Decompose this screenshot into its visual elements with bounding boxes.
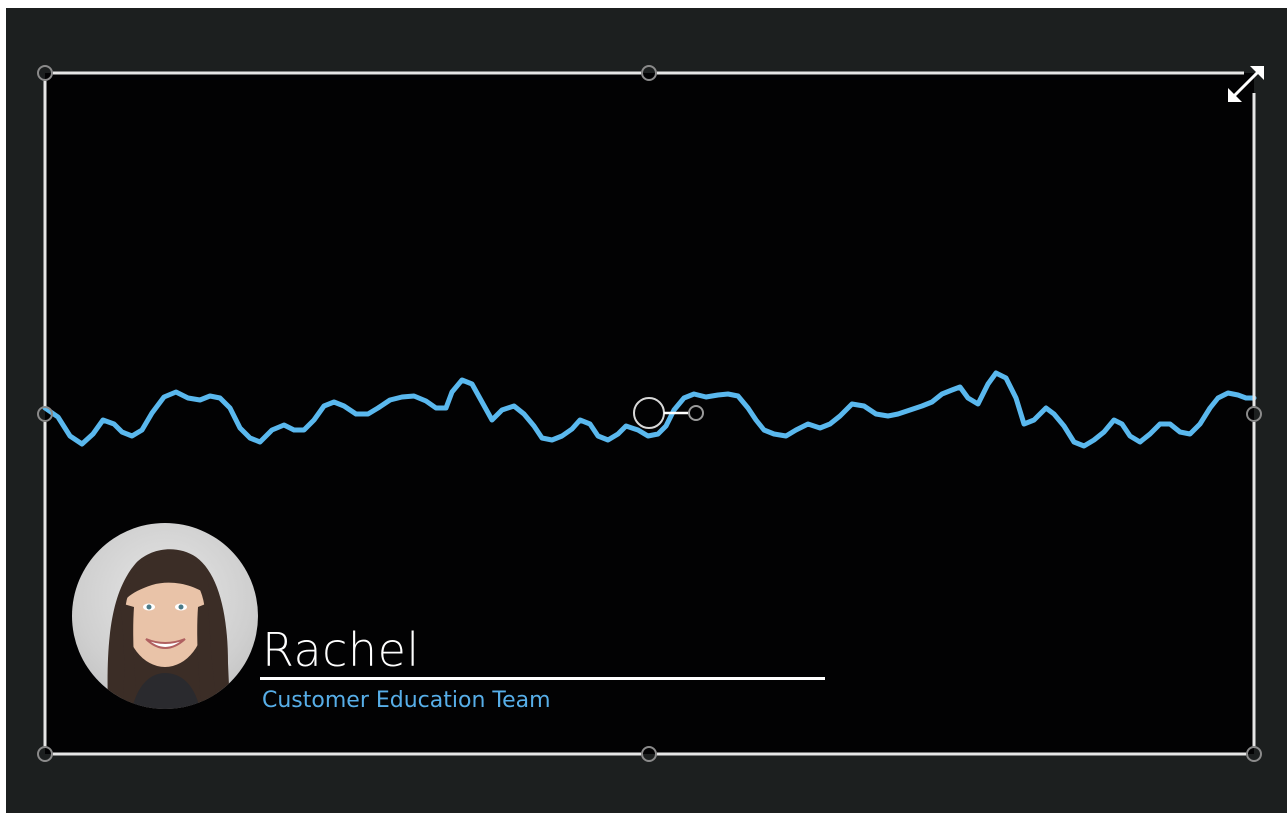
resize-handle-bottom-center[interactable]: [641, 746, 657, 762]
expand-arrows-icon: [1228, 66, 1264, 102]
lower-third-divider: [260, 677, 825, 680]
resize-handle-bottom-right[interactable]: [1246, 746, 1262, 762]
lower-third-title: Customer Education Team: [262, 688, 551, 713]
lower-third-name: Rachel: [262, 623, 420, 677]
resize-handle-top-center[interactable]: [641, 65, 657, 81]
resize-handle-middle-right[interactable]: [1246, 406, 1262, 422]
presenter-photo: [107, 549, 230, 709]
expand-button[interactable]: [1224, 62, 1268, 106]
resize-handle-top-left[interactable]: [37, 65, 53, 81]
avatar: [72, 523, 258, 709]
audio-waveform: [42, 370, 1257, 449]
resize-handle-bottom-left[interactable]: [37, 746, 53, 762]
